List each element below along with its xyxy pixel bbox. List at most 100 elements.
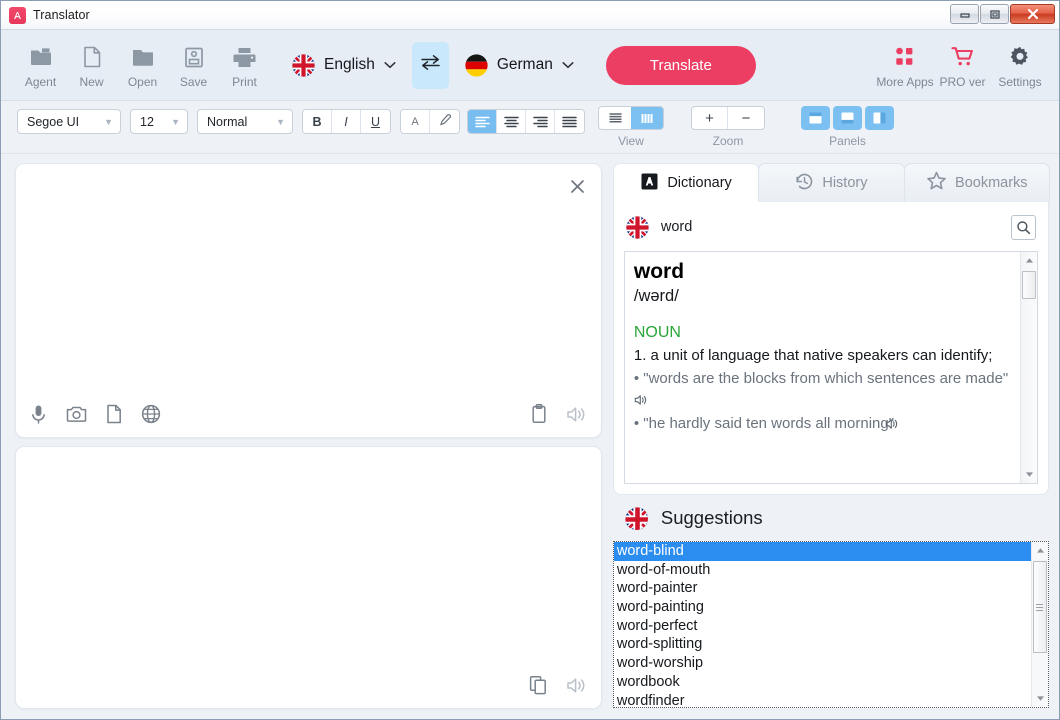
camera-icon[interactable] [66,405,87,423]
view-vertical-icon[interactable] [631,107,663,129]
dictionary-panel: word word /wərd/ NOUN 1. a unit of langu… [612,202,1049,495]
minimize-icon[interactable] [950,4,979,24]
side-panel: Dictionary History Bookmarks word word /… [612,163,1050,709]
source-editor-toolbar [30,399,587,429]
scrollbar-thumb[interactable] [1032,561,1047,653]
scroll-down-icon[interactable] [1032,690,1048,707]
font-size-select[interactable]: 12 ▼ [130,109,188,134]
tab-history[interactable]: History [758,163,905,202]
toolbar-item-agent[interactable]: Agent [15,35,66,95]
font-color-button[interactable]: A [401,110,430,133]
speaker-icon[interactable] [566,676,587,695]
toolbar-item-settings[interactable]: Settings [991,35,1049,95]
font-color-label: A [411,115,419,128]
microphone-icon[interactable] [30,404,47,425]
list-item[interactable]: wordbook [614,673,1031,692]
translate-button[interactable]: Translate [605,45,756,85]
alignment-group [467,109,585,134]
list-item[interactable]: word-of-mouth [614,561,1031,580]
globe-icon[interactable] [141,404,161,424]
panels-control-group: Panels [801,106,894,148]
scroll-up-icon[interactable] [1021,252,1037,269]
panel-bottom-icon[interactable] [833,106,862,130]
source-language-selector[interactable]: English [282,43,406,87]
list-item[interactable]: word-perfect [614,617,1031,636]
underline-button[interactable]: U [361,110,390,133]
toolbar-item-new[interactable]: New [66,35,117,95]
suggestions-scrollbar[interactable] [1031,542,1048,707]
panel-top-icon[interactable] [801,106,830,130]
list-item[interactable]: word-worship [614,654,1031,673]
speaker-icon[interactable] [634,391,648,412]
title-bar: Translator [1,1,1059,30]
toolbar-label: Settings [998,75,1042,89]
tab-bookmarks[interactable]: Bookmarks [903,163,1050,202]
document-icon[interactable] [106,404,122,424]
close-icon[interactable] [1010,4,1055,24]
list-item[interactable]: word-painter [614,579,1031,598]
editor-column [15,163,602,709]
toolbar-item-pro-version[interactable]: PRO ver [934,35,991,95]
window-controls [950,4,1055,24]
highlight-button[interactable] [430,110,459,133]
zoom-out-button[interactable]: − [728,107,764,129]
italic-label: I [344,114,348,129]
toolbar-item-more-apps[interactable]: More Apps [876,35,934,95]
panel-right-icon[interactable] [865,106,894,130]
toolbar-item-open[interactable]: Open [117,35,168,95]
clipboard-icon[interactable] [531,404,547,424]
target-text-area[interactable] [30,459,587,664]
scroll-down-icon[interactable] [1021,466,1037,483]
list-item[interactable]: wordfinder [614,692,1031,708]
toolbar-label: Print [232,75,257,89]
list-item[interactable]: word-blind [613,542,1031,561]
tab-label: Bookmarks [955,175,1028,191]
dictionary-scrollbar[interactable] [1020,252,1037,483]
search-icon[interactable] [1011,214,1036,240]
highlighter-pen-icon [438,113,452,130]
maximize-icon[interactable] [980,4,1009,24]
search-input[interactable]: word [661,219,999,235]
font-family-select[interactable]: Segoe UI ▼ [17,109,121,134]
suggestions-title: Suggestions [660,507,763,528]
source-text-area[interactable] [30,176,587,393]
zoom-buttons: + − [691,106,765,130]
view-horizontal-icon[interactable] [599,107,631,129]
target-language-selector[interactable]: German [455,43,584,87]
scrollbar-thumb[interactable] [1021,271,1036,299]
copy-icon[interactable] [529,675,547,695]
scrollbar-track[interactable] [1032,559,1048,690]
align-right-icon[interactable] [526,110,555,133]
speaker-icon[interactable] [885,415,899,436]
suggestions-box: word-blind word-of-mouth word-painter wo… [612,541,1049,708]
bold-button[interactable]: B [303,110,332,133]
format-toolbar: Segoe UI ▼ 12 ▼ Normal ▼ B I U A View + … [1,101,1059,154]
view-caption: View [618,134,644,148]
list-item[interactable]: word-splitting [614,635,1031,654]
italic-button[interactable]: I [332,110,361,133]
swap-languages-button[interactable] [411,41,449,89]
dictionary-entry-box: word /wərd/ NOUN 1. a unit of language t… [623,251,1038,484]
entry-example-text: • "he hardly said ten words all morning" [633,415,895,433]
align-left-icon[interactable] [468,110,497,133]
toolbar-item-print[interactable]: Print [219,35,270,95]
toolbar-item-save[interactable]: Save [168,35,219,95]
entry-definition: 1. a unit of language that native speake… [633,347,993,365]
chevron-down-icon: ▼ [104,116,113,127]
tab-dictionary[interactable]: Dictionary [612,163,760,202]
translator-window: Translator Agent New Open Save Print Eng… [0,0,1060,720]
scrollbar-track[interactable] [1021,269,1037,466]
close-icon[interactable] [565,173,591,199]
zoom-in-button[interactable]: + [692,107,728,129]
list-item[interactable]: word-painting [614,598,1031,617]
entry-example-text: • "words are the blocks from which sente… [633,369,1009,387]
entry-pronunciation: /wərd/ [633,287,679,306]
suggestions-list[interactable]: word-blind word-of-mouth word-painter wo… [613,542,1031,708]
scroll-up-icon[interactable] [1032,542,1048,559]
view-toggle-group [598,106,664,130]
speaker-icon[interactable] [566,405,587,424]
font-style-select[interactable]: Normal ▼ [197,109,293,134]
zoom-caption: Zoom [712,134,744,148]
align-center-icon[interactable] [497,110,526,133]
align-justify-icon[interactable] [555,110,584,133]
